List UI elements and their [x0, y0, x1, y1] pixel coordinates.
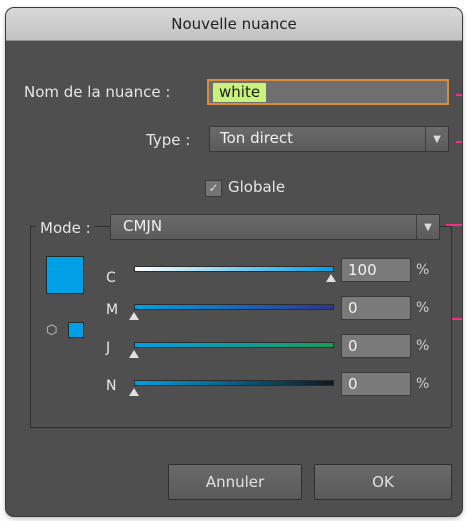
black-slider-track[interactable] [134, 380, 334, 386]
swatch-name-value: white [213, 83, 267, 102]
annotation-pointer [456, 141, 462, 143]
cyan-value-input[interactable]: 100 [341, 258, 411, 282]
cyan-slider-track[interactable] [134, 266, 334, 272]
global-checkbox[interactable]: ✓ [205, 180, 222, 197]
black-unit: % [416, 376, 430, 392]
yellow-slider-thumb[interactable] [129, 350, 139, 358]
mode-dropdown[interactable]: CMJN ▼ [110, 214, 440, 240]
dialog-title: Nouvelle nuance [171, 15, 297, 33]
annotation-pointer [456, 94, 462, 96]
magenta-slider-thumb[interactable] [129, 312, 139, 320]
gamut-swatch[interactable] [68, 322, 84, 338]
mode-value: CMJN [123, 217, 163, 235]
global-label: Globale [228, 178, 286, 196]
magenta-unit: % [416, 300, 430, 316]
cyan-slider-thumb[interactable] [326, 274, 336, 282]
black-slider-thumb[interactable] [129, 388, 139, 396]
color-preview-swatch [46, 256, 84, 294]
cyan-label: C [106, 270, 116, 286]
magenta-slider-track[interactable] [134, 304, 334, 310]
cyan-unit: % [416, 262, 430, 278]
type-label: Type : [146, 131, 191, 149]
annotation-pointer [452, 318, 462, 320]
black-value-input[interactable]: 0 [341, 372, 411, 396]
swatch-name-input[interactable]: white [207, 79, 449, 105]
swatch-name-label: Nom de la nuance : [24, 83, 171, 101]
yellow-slider-track[interactable] [134, 342, 334, 348]
yellow-unit: % [416, 338, 430, 354]
cube-icon: ⬡ [46, 323, 58, 338]
color-mode-group [30, 226, 452, 428]
mode-label: Mode : [36, 219, 95, 237]
dropdown-arrow-icon: ▼ [425, 127, 448, 151]
type-value: Ton direct [220, 129, 293, 147]
dropdown-arrow-icon: ▼ [416, 215, 439, 239]
new-swatch-dialog: Nouvelle nuance Nom de la nuance : white… [6, 8, 462, 516]
cancel-button[interactable]: Annuler [168, 464, 302, 500]
black-label: N [106, 378, 117, 394]
type-dropdown[interactable]: Ton direct ▼ [209, 126, 449, 152]
ok-button[interactable]: OK [314, 464, 452, 500]
checkmark-icon: ✓ [208, 181, 219, 195]
annotation-pointer [446, 224, 462, 226]
dialog-titlebar: Nouvelle nuance [6, 8, 462, 41]
yellow-label: J [106, 340, 111, 356]
yellow-value-input[interactable]: 0 [341, 334, 411, 358]
magenta-value-input[interactable]: 0 [341, 296, 411, 320]
magenta-label: M [106, 302, 119, 318]
